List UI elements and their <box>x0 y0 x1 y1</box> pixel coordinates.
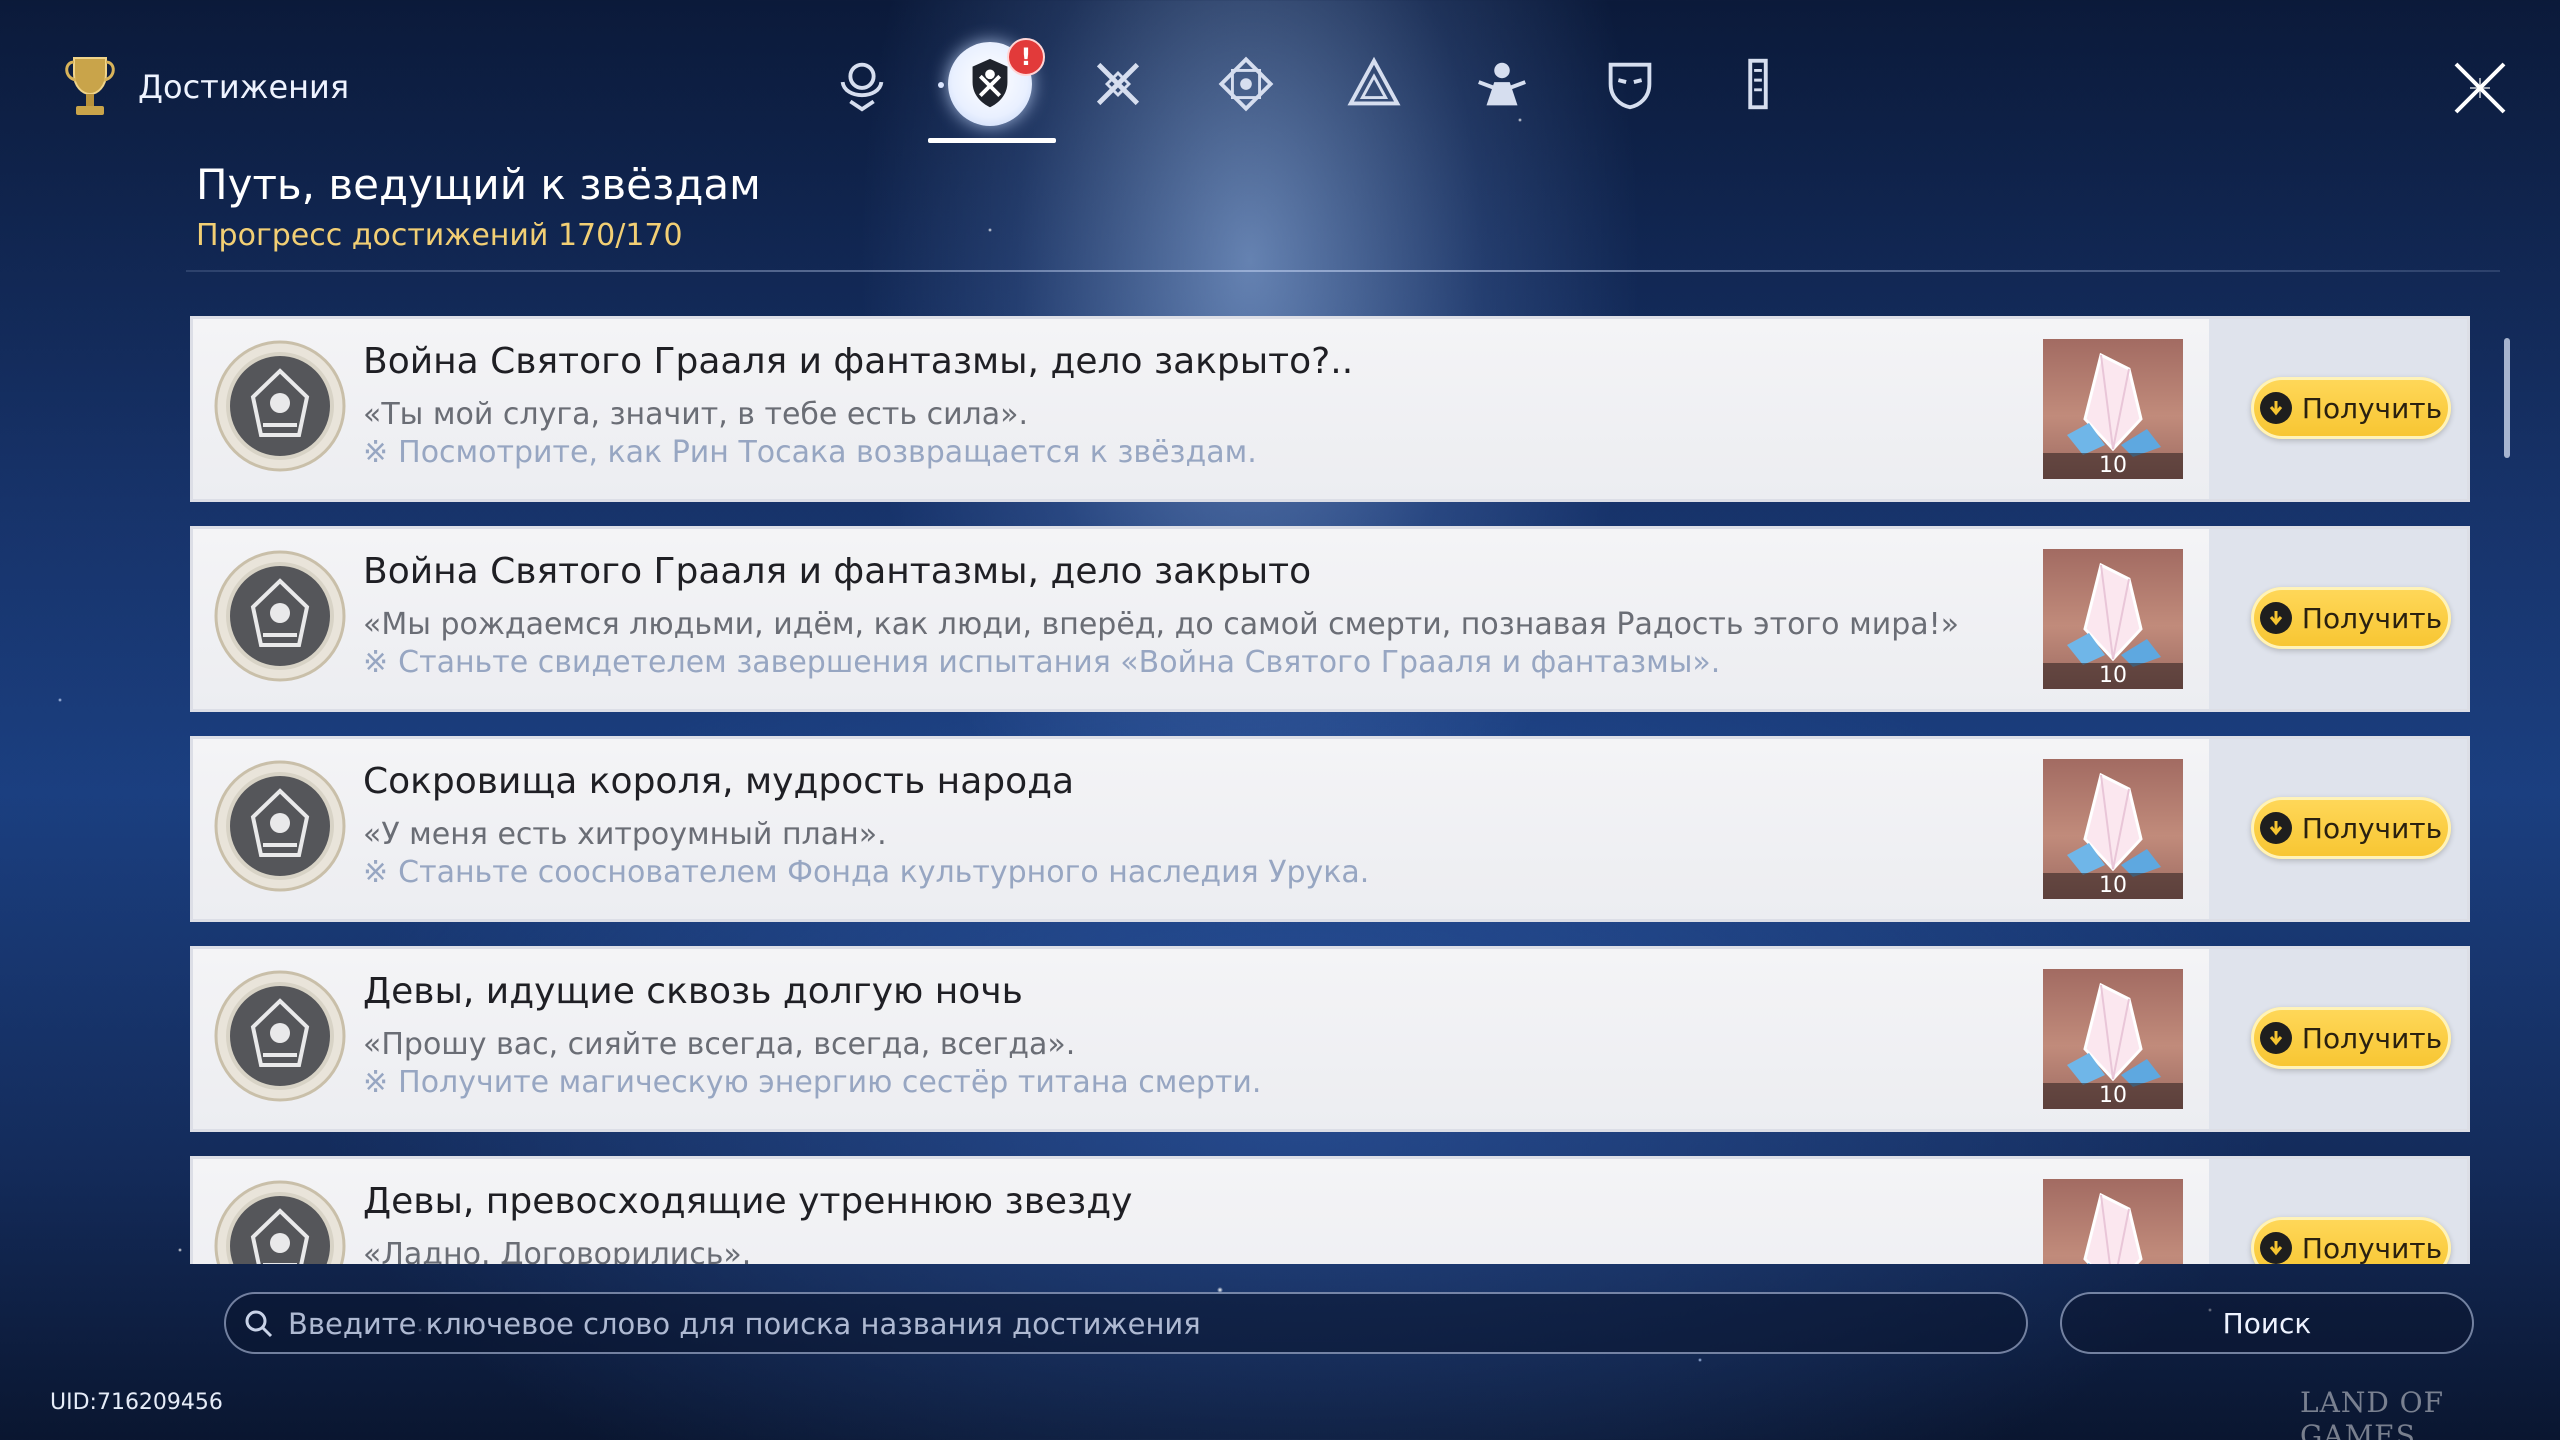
achievement-quote: «Ладно. Договорились». <box>363 1237 752 1264</box>
reward-quantity: 10 <box>2043 873 2183 899</box>
stellar-jade-icon <box>2067 562 2161 667</box>
claim-label: Получить <box>2301 1021 2443 1055</box>
hint-mark: ※ <box>363 645 389 680</box>
claim-label: Получить <box>2301 811 2443 845</box>
trophy-icon <box>65 57 115 115</box>
reward-item[interactable]: 10 <box>2043 969 2183 1109</box>
stellar-jade-icon <box>2067 982 2161 1087</box>
achievement-medal-icon <box>214 760 346 892</box>
hint-text: Посмотрите, как Рин Тосака возвращается … <box>398 435 1257 470</box>
stellar-jade-icon <box>2083 1192 2143 1264</box>
achievement-hint: ※ Станьте сооснователем Фонда культурного… <box>363 855 1369 890</box>
achievement-medal-icon <box>214 970 346 1102</box>
reward-item[interactable]: 10 <box>2043 339 2183 479</box>
achievement-title: Сокровища короля, мудрость народа <box>363 761 1075 802</box>
download-arrow-icon <box>2259 1022 2292 1054</box>
page-header-title: Достижения <box>138 68 350 106</box>
crossed-swords-icon <box>1096 62 1140 106</box>
tab-indicator-dot <box>938 82 944 88</box>
tab-rune-emblem[interactable] <box>1204 42 1288 126</box>
alert-badge: ! <box>1007 38 1045 76</box>
stellar-jade-icon <box>2067 772 2161 877</box>
achievement-quote: «У меня есть хитроумный план». <box>363 817 887 852</box>
mage-icon <box>1478 62 1526 106</box>
claim-label: Получить <box>2301 601 2443 635</box>
achievement-medal-icon <box>214 1180 346 1264</box>
tab-crossed-swords[interactable] <box>1076 42 1160 126</box>
progress-value: 170/170 <box>557 218 683 253</box>
claim-button[interactable]: Получить <box>2251 797 2451 859</box>
tab-mask[interactable] <box>1588 42 1672 126</box>
hint-mark: ※ <box>363 855 389 890</box>
stellar-jade-icon <box>2067 352 2161 457</box>
claim-button[interactable]: Получить <box>2251 377 2451 439</box>
reward-item[interactable]: 10 <box>2043 759 2183 899</box>
hint-text: Получите магическую энергию сестёр титан… <box>398 1065 1262 1100</box>
download-arrow-icon <box>2259 602 2292 634</box>
triangle-emblem-icon <box>1347 56 1401 106</box>
download-arrow-icon <box>2259 812 2292 844</box>
scroll-icon <box>1748 58 1768 110</box>
achievement-medal-icon <box>214 340 346 472</box>
reward-item[interactable] <box>2043 1179 2183 1264</box>
search-button[interactable]: Поиск <box>2060 1292 2474 1354</box>
achievement-list[interactable]: Война Святого Грааля и фантазмы, дело за… <box>190 316 2476 1264</box>
watermark: LAND OF GAMES <box>2300 1386 2445 1440</box>
search-input[interactable] <box>286 1294 1990 1354</box>
progress-label: Прогресс достижений <box>196 218 549 253</box>
claim-button[interactable]: Получить <box>2251 1007 2451 1069</box>
search-bar <box>224 1292 2028 1354</box>
achievement-quote: «Ты мой слуга, значит, в тебе есть сила»… <box>363 397 1029 432</box>
achievement-title: Девы, превосходящие утреннюю звезду <box>363 1181 1133 1222</box>
top-bar: Достижения ! <box>0 0 2560 150</box>
achievement-hint: ※ Получите магическую энергию сестёр тита… <box>363 1065 1261 1100</box>
achievement-quote: «Мы рождаемся людьми, идём, как люди, вп… <box>363 607 1960 642</box>
download-arrow-icon <box>2259 392 2292 424</box>
hint-text: Станьте сооснователем Фонда культурного … <box>398 855 1370 890</box>
tab-triangle-emblem[interactable] <box>1332 42 1416 126</box>
achievement-hint: ※ Посмотрите, как Рин Тосака возвращается… <box>363 435 1257 470</box>
tab-wondrous[interactable] <box>820 42 904 126</box>
achievement-card: Девы, идущие сквозь долгую ночь «Прошу в… <box>190 946 2470 1132</box>
claim-button[interactable]: Получить <box>2251 587 2451 649</box>
reward-quantity: 10 <box>2043 453 2183 479</box>
claim-button[interactable]: Получить <box>2251 1217 2451 1264</box>
claim-label: Получить <box>2301 1231 2443 1265</box>
achievement-progress: Прогресс достижений 170/170 <box>196 218 683 253</box>
close-icon[interactable] <box>2450 58 2510 118</box>
achievement-card: Война Святого Грааля и фантазмы, дело за… <box>190 526 2470 712</box>
list-scrollbar[interactable] <box>2504 338 2510 458</box>
achievement-card: Война Святого Грааля и фантазмы, дело за… <box>190 316 2470 502</box>
active-tab-underline <box>928 138 1056 143</box>
download-arrow-icon <box>2259 1232 2292 1264</box>
reward-quantity: 10 <box>2043 1083 2183 1109</box>
achievement-title: Война Святого Грааля и фантазмы, дело за… <box>363 341 1354 382</box>
achievement-hint: ※ Станьте свидетелем завершения испытания… <box>363 645 1720 680</box>
reward-item[interactable]: 10 <box>2043 549 2183 689</box>
achievement-title: Девы, идущие сквозь долгую ночь <box>363 971 1023 1012</box>
claim-label: Получить <box>2301 391 2443 425</box>
rune-emblem-icon <box>1218 56 1274 112</box>
tab-scroll[interactable] <box>1716 42 1800 126</box>
user-uid: UID:716209456 <box>50 1390 223 1415</box>
achievement-card: Сокровища короля, мудрость народа «У мен… <box>190 736 2470 922</box>
tab-mage[interactable] <box>1460 42 1544 126</box>
divider <box>186 270 2500 272</box>
achievement-title: Война Святого Грааля и фантазмы, дело за… <box>363 551 1312 592</box>
search-icon <box>245 1310 273 1338</box>
achievement-card: Девы, превосходящие утреннюю звезду «Лад… <box>190 1156 2470 1264</box>
achievement-quote: «Прошу вас, сияйте всегда, всегда, всегд… <box>363 1027 1076 1062</box>
hint-mark: ※ <box>363 1065 389 1100</box>
mask-icon <box>1608 62 1652 110</box>
achievement-medal-icon <box>214 550 346 682</box>
wondrous-icon <box>840 62 884 112</box>
achievement-series-title: Путь, ведущий к звёздам <box>196 160 761 209</box>
reward-quantity: 10 <box>2043 663 2183 689</box>
hint-mark: ※ <box>363 435 389 470</box>
hint-text: Станьте свидетелем завершения испытания … <box>398 645 1721 680</box>
